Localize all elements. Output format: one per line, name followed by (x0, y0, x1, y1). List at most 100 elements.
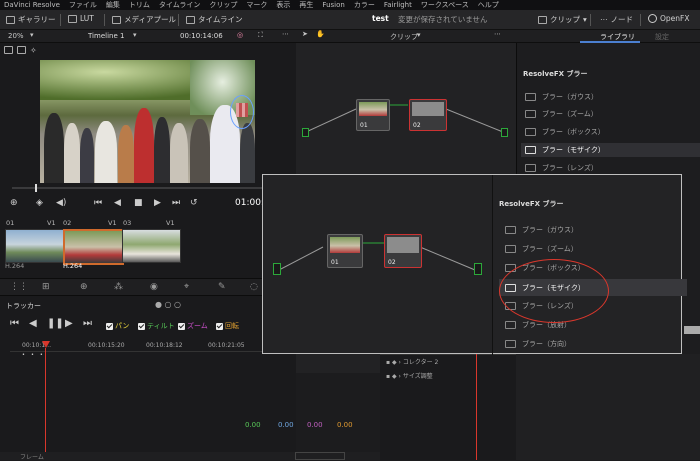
media-pool-button[interactable]: メディアプール (112, 14, 176, 25)
effect-item[interactable]: ブラー（ボックス） (525, 125, 690, 139)
skip-forward-icon[interactable]: ⏭ (172, 198, 180, 208)
loop-icon[interactable]: ↺ (190, 198, 198, 208)
node-mode-select[interactable]: クリップ (390, 32, 418, 42)
eyedropper-icon[interactable]: ✎ (218, 282, 226, 292)
ruler-label: 00:10:15:20 (88, 342, 125, 349)
chevron-down-icon[interactable]: ▾ (133, 31, 137, 39)
keyframe-row-label: サイズ調整 (402, 373, 433, 380)
openfx-button[interactable]: OpenFX (648, 14, 689, 23)
node-button[interactable]: ⋯ ノード (600, 14, 633, 25)
zoom-input-node[interactable] (273, 263, 281, 275)
checkbox-icon (178, 322, 185, 330)
menu-item[interactable]: 編集 (106, 0, 120, 10)
pan-checkbox[interactable]: パン (106, 321, 129, 331)
clip-thumbnail-selected[interactable] (63, 229, 124, 265)
tracker-icon[interactable]: ⌖ (184, 282, 189, 292)
curves-icon[interactable]: ⋮⋮ (10, 282, 28, 292)
split-viewer-icon[interactable] (17, 46, 26, 54)
tab-settings[interactable]: 設定 (655, 32, 669, 42)
clip-thumbnail[interactable] (5, 229, 64, 263)
track-pause-icon[interactable]: ❚❚ (47, 318, 64, 329)
window-icon[interactable]: ◉ (150, 282, 158, 292)
effect-item[interactable]: ブラー（ズーム） (525, 107, 690, 121)
scrollbar[interactable] (684, 326, 700, 334)
node-02[interactable]: 02 (409, 99, 447, 131)
menu-item[interactable]: ワークスペース (421, 0, 469, 10)
blur-icon[interactable]: ◌ (250, 282, 258, 292)
effect-item[interactable]: ブラー（放射） (505, 318, 670, 332)
zoom-select[interactable]: 20% (8, 32, 24, 40)
menu-item[interactable]: 表示 (276, 0, 290, 10)
menu-item[interactable]: 再生 (299, 0, 313, 10)
keyframe-row[interactable]: ▪ ◆ › コレクター 2 (386, 357, 438, 366)
tilt-checkbox[interactable]: ティルト (138, 321, 175, 331)
zoom-node-01[interactable]: 01 (327, 234, 363, 268)
clip-number: 03 (123, 219, 132, 227)
color-wheel-icon[interactable]: ◎ (237, 31, 243, 39)
track-start-icon[interactable]: ⏮ (10, 318, 19, 329)
viewer-mode-icons: ✧ (4, 46, 52, 56)
menu-item[interactable]: ヘルプ (478, 0, 499, 10)
effect-item[interactable]: ブラー（ガウス） (505, 223, 670, 237)
effect-item-selected[interactable]: ブラー（モザイク） (521, 143, 700, 157)
timeline-button[interactable]: タイムライン (186, 14, 242, 25)
ruler: 00:10:1… 00:10:15:20 00:10:18:12 00:10:2… (10, 340, 280, 352)
track-reverse-icon[interactable]: ◀ (29, 318, 37, 329)
gallery-button[interactable]: ギャラリー (6, 14, 56, 25)
hsl-icon[interactable]: ⁂ (114, 282, 123, 292)
menu-item[interactable]: クリップ (209, 0, 237, 10)
track-end-icon[interactable]: ⏭ (83, 318, 92, 329)
clip-thumbnail[interactable] (122, 229, 181, 263)
lut-button[interactable]: LUT (68, 14, 94, 23)
menu-item[interactable]: ファイル (69, 0, 97, 10)
effect-item[interactable]: ブラー（ガウス） (525, 90, 690, 104)
target-icon[interactable]: ⊕ (80, 282, 88, 292)
palette-bar: ⋮⋮ ⊞ ⊕ ⁂ ◉ ⌖ ✎ ◌ (0, 278, 296, 296)
footer-select[interactable] (295, 452, 345, 460)
play-icon[interactable]: ▶ (154, 198, 161, 208)
stack-icon[interactable]: ◈ (36, 198, 43, 208)
zoom-node-02[interactable]: 02 (384, 234, 422, 268)
menu-item[interactable]: DaVinci Resolve (4, 1, 60, 9)
wheels-icon[interactable]: ⊞ (42, 282, 50, 292)
keyframe-playhead (476, 354, 477, 460)
zoom-checkbox[interactable]: ズーム (178, 321, 208, 331)
effect-item[interactable]: ブラー（レンズ） (525, 161, 690, 175)
single-viewer-icon[interactable] (4, 46, 13, 54)
menu-bar: DaVinci Resolve ファイル 編集 トリム タイムライン クリップ … (0, 0, 700, 10)
timeline-select[interactable]: Timeline 1 (88, 32, 124, 40)
track-forward-icon[interactable]: ▶ (65, 318, 73, 329)
keyframe-row[interactable]: ▪ ◆ › サイズ調整 (386, 371, 433, 380)
reverse-icon[interactable]: ◀ (114, 198, 121, 208)
input-node[interactable] (302, 128, 309, 137)
effect-item[interactable]: ブラー（方向） (505, 337, 670, 351)
pointer-icon[interactable]: ➤ (302, 30, 308, 38)
menu-dots-icon[interactable]: ⋯ (282, 30, 289, 38)
menu-dots-icon[interactable]: ⋯ (494, 30, 501, 38)
stop-icon[interactable]: ■ (134, 198, 143, 208)
menu-item[interactable]: Fusion (322, 1, 344, 9)
menu-item[interactable]: トリム (129, 0, 150, 10)
effect-item[interactable]: ブラー（ズーム） (505, 242, 670, 256)
node-01[interactable]: 01 (356, 99, 390, 131)
chevron-down-icon[interactable]: ▾ (417, 31, 421, 39)
menu-item[interactable]: マーク (246, 0, 267, 10)
skip-back-icon[interactable]: ⏮ (94, 198, 102, 208)
scrubber-track[interactable] (12, 187, 262, 189)
fit-icon[interactable]: ⛶ (258, 31, 263, 40)
hand-icon[interactable]: ✋ (316, 30, 325, 38)
target-icon[interactable]: ⊕ (10, 198, 18, 208)
keyframe-panel: ▪ ◆ › コレクター 2 ▪ ◆ › サイズ調整 (380, 354, 516, 460)
video-viewer[interactable] (40, 60, 255, 183)
magic-wand-icon[interactable]: ✧ (30, 46, 37, 56)
speaker-icon[interactable]: ◀) (56, 198, 66, 208)
clip-button[interactable]: クリップ ▾ (538, 14, 587, 25)
output-node[interactable] (501, 128, 508, 137)
chevron-down-icon[interactable]: ▾ (30, 31, 34, 39)
menu-item[interactable]: Fairlight (384, 1, 412, 9)
menu-item[interactable]: カラー (354, 0, 375, 10)
scrubber-handle[interactable] (35, 184, 37, 192)
menu-item[interactable]: タイムライン (159, 0, 201, 10)
rotate-checkbox[interactable]: 回転 (216, 321, 239, 331)
zoom-output-node[interactable] (474, 263, 482, 275)
